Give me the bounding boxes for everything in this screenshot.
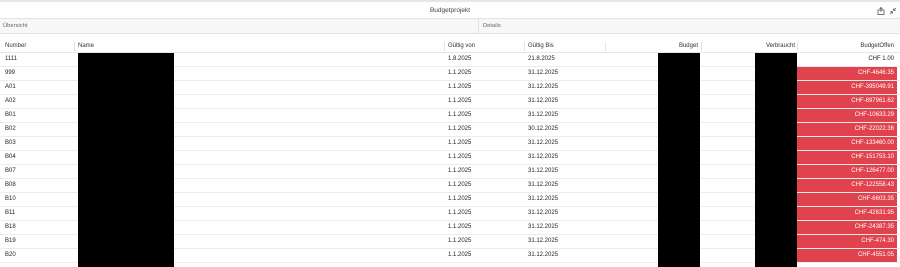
cell-gueltig-bis: 31.12.2025 (528, 84, 559, 90)
cell-budget-offen-negative: CHF-4551.05 (794, 249, 897, 262)
cell-budget-offen-negative: CHF-4646.35 (794, 67, 897, 80)
cell-number: B10 (5, 196, 16, 202)
cell-gueltig-von: 1.1.2025 (448, 84, 472, 90)
cell-number: 999 (5, 70, 16, 76)
cell-gueltig-von: 1.1.2025 (448, 140, 472, 146)
cell-gueltig-von: 1.1.2025 (448, 126, 472, 132)
header-budget-offen[interactable]: BudgetOffen (804, 40, 894, 53)
cell-gueltig-von: 1.1.2025 (448, 154, 472, 160)
cell-gueltig-bis: 31.12.2025 (528, 182, 559, 188)
redacted-verbraucht-column (755, 53, 797, 267)
header-gueltig-bis[interactable]: Gültig Bis (528, 40, 598, 53)
cell-budget-offen-negative: CHF-122558.43 (794, 179, 897, 192)
budget-table: Number Name Gültig von Gültig Bis Budget… (0, 40, 900, 267)
cell-budget-offen-negative: CHF-133460.00 (794, 137, 897, 150)
title-bar: Budgetprojekt (0, 0, 900, 18)
cell-gueltig-bis: 31.12.2025 (528, 196, 559, 202)
cell-number: B04 (5, 154, 16, 160)
cell-gueltig-bis: 31.12.2025 (528, 238, 559, 244)
header-budget[interactable]: Budget (638, 40, 698, 53)
cell-gueltig-von: 1.8.2025 (448, 56, 472, 62)
cell-gueltig-von: 1.1.2025 (448, 210, 472, 216)
cell-number: B11 (5, 210, 16, 216)
cell-gueltig-von: 1.1.2025 (448, 98, 472, 104)
cell-gueltig-von: 1.1.2025 (448, 252, 472, 258)
cell-budget-offen-negative: CHF-151753.10 (794, 151, 897, 164)
share-icon[interactable] (876, 6, 886, 16)
window-title: Budgetprojekt (429, 7, 471, 14)
cell-budget-offen-negative: CHF-10633.29 (794, 109, 897, 122)
tab-bar: Übersicht Details (0, 18, 900, 34)
cell-gueltig-von: 1.1.2025 (448, 182, 472, 188)
cell-gueltig-von: 1.1.2025 (448, 70, 472, 76)
header-number[interactable]: Number (5, 40, 75, 53)
redacted-name-column (78, 53, 174, 267)
cell-gueltig-bis: 31.12.2025 (528, 154, 559, 160)
cell-gueltig-bis: 31.12.2025 (528, 98, 559, 104)
cell-number: 1111 (5, 56, 18, 62)
cell-gueltig-bis: 31.12.2025 (528, 252, 559, 258)
cell-gueltig-von: 1.1.2025 (448, 238, 472, 244)
tab-details[interactable]: Details (480, 19, 900, 33)
cell-budget-offen-negative: CHF-42631.95 (794, 207, 897, 220)
cell-number: B03 (5, 140, 16, 146)
cell-budget-offen-negative: CHF-395049.91 (794, 81, 897, 94)
cell-number: B02 (5, 126, 16, 132)
redacted-budget-column (658, 53, 700, 267)
header-verbraucht[interactable]: Verbraucht (735, 40, 795, 53)
cell-gueltig-bis: 31.12.2025 (528, 140, 559, 146)
cell-number: A02 (5, 98, 16, 104)
cell-gueltig-bis: 31.12.2025 (528, 168, 559, 174)
header-gueltig-von[interactable]: Gültig von (448, 40, 518, 53)
cell-number: A01 (5, 84, 16, 90)
cell-gueltig-bis: 31.12.2025 (528, 210, 559, 216)
header-name[interactable]: Name (78, 40, 178, 53)
cell-number: B18 (5, 224, 16, 230)
cell-gueltig-bis: 30.12.2025 (528, 126, 559, 132)
cell-gueltig-bis: 21.8.2025 (528, 56, 555, 62)
cell-budget-offen-negative: CHF-22022.36 (794, 123, 897, 136)
cell-number: B08 (5, 182, 16, 188)
cell-budget-offen-negative: CHF-6603.35 (794, 193, 897, 206)
cell-gueltig-von: 1.1.2025 (448, 196, 472, 202)
cell-gueltig-bis: 31.12.2025 (528, 70, 559, 76)
cell-gueltig-bis: 31.12.2025 (528, 112, 559, 118)
cell-budget-offen-negative: CHF-24387.35 (794, 221, 897, 234)
cell-gueltig-von: 1.1.2025 (448, 224, 472, 230)
cell-budget-offen-negative: CHF-474.30 (794, 235, 897, 248)
collapse-icon[interactable] (888, 6, 898, 16)
cell-number: B07 (5, 168, 16, 174)
cell-gueltig-von: 1.1.2025 (448, 168, 472, 174)
tab-uebersicht[interactable]: Übersicht (0, 19, 479, 33)
cell-budget-offen-negative: CHF-126477.00 (794, 165, 897, 178)
cell-budget-offen: CHF 1.00 (868, 56, 894, 62)
cell-budget-offen-negative: CHF-897961.62 (794, 95, 897, 108)
cell-number: B20 (5, 252, 16, 258)
cell-number: B01 (5, 112, 16, 118)
cell-number: B19 (5, 238, 16, 244)
cell-gueltig-bis: 31.12.2025 (528, 224, 559, 230)
cell-gueltig-von: 1.1.2025 (448, 112, 472, 118)
table-header-row: Number Name Gültig von Gültig Bis Budget… (0, 40, 900, 53)
